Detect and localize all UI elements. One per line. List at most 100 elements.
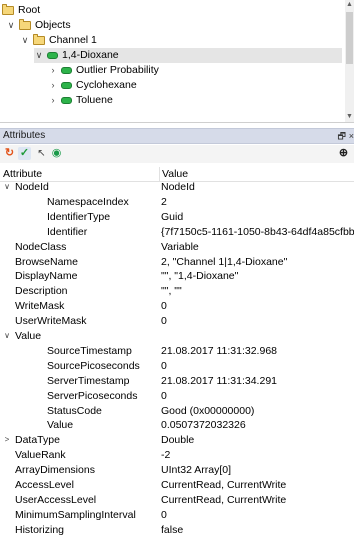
- attribute-name: MinimumSamplingInterval: [15, 508, 136, 521]
- attribute-name: NodeId: [15, 181, 49, 193]
- attribute-name: StatusCode: [47, 404, 102, 417]
- table-row[interactable]: ValueRank -2: [0, 450, 354, 461]
- attribute-name: SourceTimestamp: [47, 344, 132, 357]
- tree-item-outlier-probability[interactable]: › Outlier Probability: [48, 63, 342, 78]
- chevron-down-icon[interactable]: ∨: [3, 182, 11, 193]
- attribute-name: Value: [47, 419, 74, 432]
- tree-item-cyclohexane[interactable]: › Cyclohexane: [48, 78, 342, 93]
- check-icon[interactable]: ✓: [18, 147, 31, 160]
- table-row[interactable]: ∨ NodeId NodeId: [0, 182, 354, 193]
- table-row[interactable]: > DataType Double: [0, 435, 354, 446]
- dock-title: Attributes: [3, 130, 46, 141]
- table-row[interactable]: SourceTimestamp 21.08.2017 11:31:32.968: [0, 346, 354, 357]
- radio-icon[interactable]: ◉: [50, 147, 63, 160]
- refresh-icon[interactable]: ↻: [3, 147, 16, 160]
- tree-item-label: Toluene: [76, 94, 113, 106]
- add-icon[interactable]: ⊕: [337, 147, 350, 160]
- tree-item-root[interactable]: Root: [2, 3, 342, 18]
- table-row[interactable]: BrowseName 2, "Channel 1|1,4-Dioxane": [0, 255, 354, 268]
- table-row[interactable]: ServerTimestamp 21.08.2017 11:31:34.291: [0, 374, 354, 387]
- chevron-down-icon[interactable]: ∨: [6, 18, 16, 33]
- column-header-attribute[interactable]: Attribute: [3, 167, 42, 181]
- table-row[interactable]: UserAccessLevel CurrentRead, CurrentWrit…: [0, 495, 354, 506]
- table-row[interactable]: ServerPicoseconds 0: [0, 389, 354, 402]
- tree-item-label: Cyclohexane: [76, 79, 137, 91]
- chevron-right-icon[interactable]: ›: [48, 78, 58, 93]
- chevron-down-icon[interactable]: ∨: [34, 48, 44, 63]
- attribute-value: "", "": [161, 285, 182, 298]
- table-row[interactable]: NamespaceIndex 2: [0, 197, 354, 208]
- folder-icon: [2, 4, 14, 15]
- table-row[interactable]: ∨ Value: [0, 331, 354, 342]
- tree-item-1-4-dioxane[interactable]: ∨ 1,4-Dioxane: [34, 48, 342, 63]
- float-window-icon[interactable]: 🗗: [338, 129, 346, 143]
- variable-node-icon: [61, 67, 72, 74]
- attribute-value: false: [161, 523, 184, 536]
- table-row[interactable]: StatusCode Good (0x00000000): [0, 404, 354, 417]
- attribute-name: ServerPicoseconds: [47, 389, 138, 402]
- attribute-value: 0.0507372032326: [161, 419, 246, 432]
- attribute-name: BrowseName: [15, 255, 79, 268]
- attribute-value: 0: [161, 300, 167, 313]
- variable-node-icon: [47, 52, 58, 59]
- attribute-name: IdentifierType: [47, 210, 111, 223]
- tree-item-objects[interactable]: ∨ Objects: [6, 18, 342, 33]
- tree-item-label: Channel 1: [49, 34, 97, 46]
- attribute-name: Identifier: [47, 225, 88, 238]
- chevron-right-icon[interactable]: ›: [48, 63, 58, 78]
- table-row[interactable]: Description "", "": [0, 286, 354, 297]
- tree-item-toluene[interactable]: › Toluene: [48, 93, 342, 108]
- variable-node-icon: [61, 82, 72, 89]
- attribute-value: 2, "Channel 1|1,4-Dioxane": [161, 255, 288, 268]
- attribute-value: 2: [161, 195, 167, 208]
- tree-scrollbar[interactable]: ▲ ▼: [345, 0, 354, 122]
- attribute-name: ServerTimestamp: [47, 374, 130, 387]
- table-row[interactable]: Identifier {7f7150c5-1161-1050-8b43-64df…: [0, 225, 354, 238]
- table-row[interactable]: SourcePicoseconds 0: [0, 359, 354, 372]
- attribute-value: NodeId: [161, 181, 195, 193]
- attribute-value: UInt32 Array[0]: [161, 464, 232, 477]
- column-header-value[interactable]: Value: [159, 167, 188, 181]
- attribute-name: Value: [15, 330, 42, 342]
- cursor-icon[interactable]: ↖: [35, 147, 48, 160]
- tree-item-label: 1,4-Dioxane: [62, 49, 119, 61]
- attribute-name: NamespaceIndex: [47, 195, 129, 208]
- attribute-value: CurrentRead, CurrentWrite: [161, 493, 287, 506]
- table-row[interactable]: NodeClass Variable: [0, 241, 354, 253]
- table-row[interactable]: DisplayName "", "1,4-Dioxane": [0, 271, 354, 282]
- table-row[interactable]: WriteMask 0: [0, 301, 354, 312]
- attribute-value: Guid: [161, 210, 184, 223]
- attribute-name: UserWriteMask: [15, 315, 87, 328]
- table-row[interactable]: AccessLevel CurrentRead, CurrentWrite: [0, 480, 354, 491]
- chevron-right-icon[interactable]: >: [3, 435, 11, 446]
- table-row[interactable]: ArrayDimensions UInt32 Array[0]: [0, 465, 354, 476]
- attribute-name: ArrayDimensions: [15, 464, 95, 477]
- chevron-right-icon[interactable]: ›: [48, 93, 58, 108]
- tree-item-channel-1[interactable]: ∨ Channel 1: [20, 33, 342, 48]
- chevron-down-icon[interactable]: ∨: [20, 33, 30, 48]
- tree-item-label: Root: [18, 4, 41, 16]
- tree-item-label: Outlier Probability: [76, 64, 159, 76]
- attribute-value: 21.08.2017 11:31:34.291: [161, 374, 277, 387]
- folder-icon: [19, 19, 31, 30]
- close-icon[interactable]: ×: [349, 129, 354, 143]
- attribute-value: -2: [161, 449, 171, 462]
- attribute-value: "", "1,4-Dioxane": [161, 270, 239, 283]
- attribute-value: 0: [161, 315, 167, 328]
- attribute-value: Good (0x00000000): [161, 404, 255, 417]
- attribute-value: 0: [161, 389, 167, 402]
- scroll-down-arrow-icon[interactable]: ▼: [345, 112, 354, 122]
- chevron-down-icon[interactable]: ∨: [3, 331, 11, 342]
- table-row[interactable]: Value 0.0507372032326: [0, 420, 354, 431]
- table-row[interactable]: IdentifierType Guid: [0, 210, 354, 223]
- scrollbar-thumb[interactable]: [346, 12, 353, 64]
- scroll-up-arrow-icon[interactable]: ▲: [345, 0, 354, 10]
- attribute-value: 0: [161, 508, 167, 521]
- tree-item-label: Objects: [35, 19, 71, 31]
- table-row[interactable]: Historizing false: [0, 523, 354, 536]
- attribute-value: 0: [161, 359, 167, 372]
- table-row[interactable]: MinimumSamplingInterval 0: [0, 508, 354, 521]
- attribute-value: CurrentRead, CurrentWrite: [161, 479, 287, 491]
- address-space-tree[interactable]: Root ∨ Objects ∨ Channel 1 ∨ 1,4-Dioxane…: [0, 0, 354, 123]
- table-row[interactable]: UserWriteMask 0: [0, 316, 354, 327]
